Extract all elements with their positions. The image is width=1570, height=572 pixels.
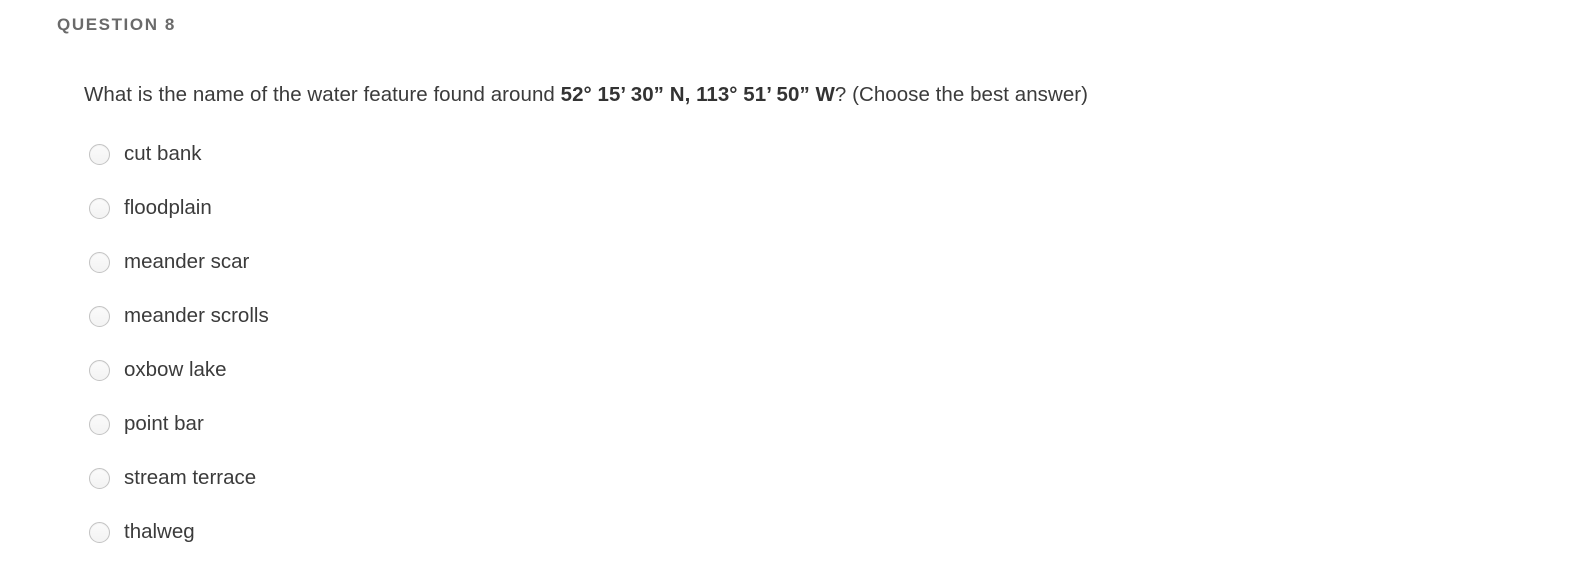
radio-button-icon[interactable]: [89, 521, 110, 543]
answer-option-label: meander scar: [124, 250, 250, 273]
radio-button-icon[interactable]: [89, 359, 110, 381]
radio-button-icon[interactable]: [89, 413, 110, 435]
radio-button-icon[interactable]: [89, 143, 110, 165]
question-block: QUESTION 8 What is the name of the water…: [0, 0, 1570, 572]
radio-button-icon[interactable]: [89, 305, 110, 327]
radio-button-icon[interactable]: [89, 467, 110, 489]
radio-button-icon[interactable]: [89, 251, 110, 273]
question-coordinates: 52° 15’ 30” N, 113° 51’ 50” W: [560, 83, 835, 106]
answer-option-meander-scar[interactable]: meander scar: [89, 235, 1524, 289]
answer-option-oxbow-lake[interactable]: oxbow lake: [89, 343, 1524, 397]
answer-option-label: floodplain: [124, 196, 212, 219]
answer-option-stream-terrace[interactable]: stream terrace: [89, 451, 1524, 505]
question-prompt-prefix: What is the name of the water feature fo…: [84, 83, 561, 106]
answer-option-label: stream terrace: [124, 466, 257, 489]
answer-option-label: point bar: [124, 412, 204, 435]
answer-option-meander-scrolls[interactable]: meander scrolls: [89, 289, 1524, 343]
answer-option-label: thalweg: [124, 520, 195, 543]
question-prompt: What is the name of the water feature fo…: [84, 80, 1524, 110]
question-header: QUESTION 8: [57, 15, 176, 34]
question-prompt-suffix: ? (Choose the best answer): [834, 83, 1089, 106]
answer-option-label: meander scrolls: [124, 304, 269, 327]
answer-option-cut-bank[interactable]: cut bank: [89, 127, 1524, 181]
question-body: What is the name of the water feature fo…: [84, 80, 1524, 543]
answer-option-label: oxbow lake: [124, 358, 227, 381]
radio-button-icon[interactable]: [89, 197, 110, 219]
answer-option-thalweg[interactable]: thalweg: [89, 505, 1524, 559]
answer-option-label: cut bank: [124, 142, 202, 165]
answer-options-list: cut bank floodplain meander scar meander…: [84, 127, 1524, 559]
answer-option-point-bar[interactable]: point bar: [89, 397, 1524, 451]
answer-option-floodplain[interactable]: floodplain: [89, 181, 1524, 235]
